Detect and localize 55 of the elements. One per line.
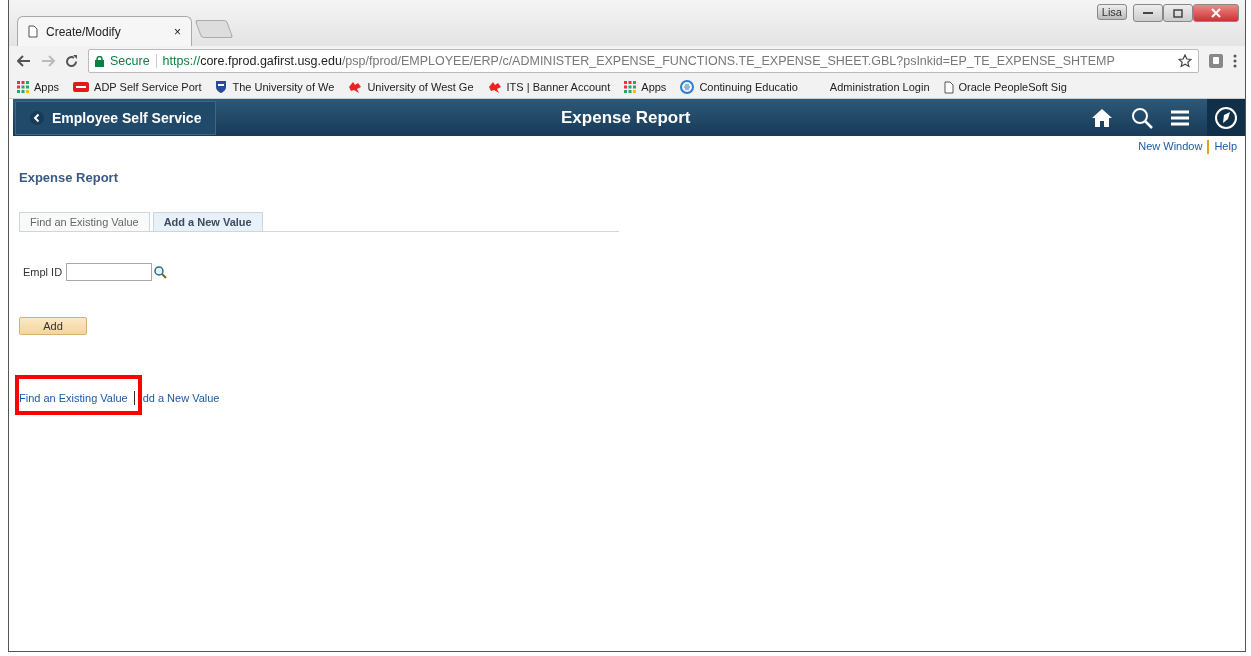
- bookmark[interactable]: Administration Login: [829, 81, 930, 93]
- maximize-icon: [1173, 8, 1183, 18]
- add-new-link[interactable]: dd a New Value: [142, 392, 220, 404]
- wolf-icon: [348, 81, 363, 93]
- back-arrow-icon[interactable]: [17, 55, 31, 67]
- wolf-icon: [487, 81, 502, 93]
- minimize-icon: [1143, 11, 1153, 15]
- compass-icon[interactable]: [1214, 105, 1238, 130]
- add-button[interactable]: Add: [19, 317, 87, 335]
- user-badge[interactable]: Lisa: [1096, 4, 1127, 20]
- help-link[interactable]: Help: [1214, 140, 1237, 154]
- close-icon[interactable]: ×: [174, 24, 181, 39]
- page-tab[interactable]: Find an Existing Value: [19, 212, 150, 231]
- page-title: Expense Report: [19, 170, 119, 185]
- search-icon[interactable]: [1131, 106, 1153, 129]
- maximize-button[interactable]: [1163, 4, 1193, 22]
- tab-title: Create/Modify: [46, 24, 122, 39]
- bookmark[interactable]: ITS | Banner Account: [506, 81, 611, 93]
- find-existing-link[interactable]: Find an Existing Value: [19, 392, 128, 404]
- bookmark[interactable]: Continuing Educatio: [699, 81, 798, 93]
- search-icon[interactable]: [154, 265, 168, 279]
- bookmark[interactable]: Apps: [641, 81, 667, 93]
- page-icon: [943, 80, 954, 94]
- close-icon: [1211, 8, 1221, 18]
- bookmark[interactable]: Oracle PeopleSoft Sig: [958, 81, 1067, 93]
- page-tab[interactable]: Add a New Value: [152, 212, 263, 231]
- bookmark[interactable]: ADP Self Service Port: [94, 81, 202, 93]
- menu-icon[interactable]: [1171, 109, 1189, 126]
- close-window-button[interactable]: [1193, 4, 1239, 22]
- circle-logo-icon: [680, 80, 695, 94]
- reload-icon[interactable]: [65, 54, 78, 68]
- url-text: https://core.fprod.gafirst.usg.edu/psp/fprod/EMPLOYEE/ERP/c/ADMINISTER_EXPENSE_FUNCTIONS.TE_EXPENSE_SHEET.GBL?psInkid=EP_TE_EXPENSE_SHTEMP: [162, 54, 1115, 68]
- browser-tab[interactable]: Create/Modify ×: [17, 16, 192, 46]
- page-header-title: Expense Report: [561, 107, 691, 128]
- extension-icon[interactable]: [1209, 54, 1223, 68]
- bookmark[interactable]: Apps: [34, 81, 60, 93]
- field-label: Empl ID: [23, 266, 63, 278]
- home-icon[interactable]: [1091, 107, 1113, 128]
- apps-grid-icon: [624, 81, 637, 93]
- new-window-link[interactable]: New Window: [1138, 140, 1203, 154]
- secure-label: Secure: [110, 54, 150, 68]
- page-icon: [28, 25, 38, 38]
- back-button[interactable]: Employee Self Service: [15, 100, 217, 135]
- shield-icon: [215, 80, 228, 94]
- lock-icon: [95, 55, 104, 67]
- empl-id-field[interactable]: [66, 263, 153, 281]
- minimize-button[interactable]: [1133, 4, 1163, 22]
- bookmark[interactable]: The University of We: [232, 81, 335, 93]
- bookmark[interactable]: University of West Ge: [367, 81, 474, 93]
- chevron-left-icon: [30, 110, 44, 125]
- adp-logo-icon: [73, 82, 90, 92]
- apps-grid-icon: [17, 81, 29, 93]
- star-icon[interactable]: [1178, 54, 1192, 68]
- menu-icon[interactable]: [1233, 54, 1237, 68]
- address-bar[interactable]: Secure https://core.fprod.gafirst.usg.edu/psp/fprod/EMPLOYEE/ERP/c/ADMINISTER_EXPENSE_FUNCTIONS.TE_EXPENSE_SHEET.GBL?psInkid=EP_TE_EXPENSE_SHTEMP: [88, 49, 1199, 73]
